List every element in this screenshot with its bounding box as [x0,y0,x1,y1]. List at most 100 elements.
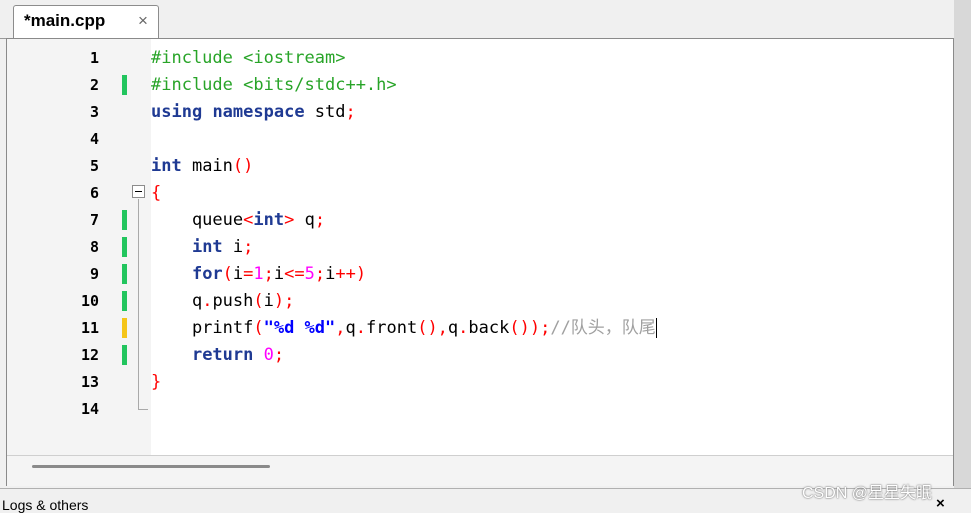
code-token: = [243,264,254,284]
code-token: return [191,345,254,365]
code-token: 5 [304,264,315,284]
code-token: ++) [335,264,367,284]
code-line[interactable]: using namespace std; [151,99,356,126]
code-token: int [191,237,223,257]
code-line[interactable]: { [151,180,161,207]
code-token: (), [417,318,448,338]
code-token: 1 [253,264,264,284]
line-number: 8 [89,238,99,256]
line-number: 10 [80,292,99,310]
line-change-marker [122,237,127,257]
code-token: "%d %d" [263,318,336,338]
code-token: i [232,264,244,284]
code-token: back [468,318,510,338]
code-token: for [191,264,223,284]
code-token: ( [222,264,233,284]
code-token: } [151,372,162,392]
code-token: ; [273,345,285,365]
code-token: q [345,318,356,338]
vertical-scroll-strip [954,0,971,488]
line-change-marker [122,75,127,95]
code-line[interactable]: q.push(i); [151,288,294,315]
line-number: 5 [89,157,99,175]
code-token: namespace [212,102,305,122]
code-token: ; [314,210,326,230]
code-token: main [181,156,233,176]
code-token: ( [253,291,264,311]
code-line[interactable]: int main() [151,153,253,180]
code-token: ()); [509,318,551,338]
code-token: ( [253,318,264,338]
code-line[interactable]: printf("%d %d",q.front(),q.back());//队头，… [151,315,657,342]
code-token: . [355,318,367,338]
line-change-marker [122,264,127,284]
line-change-marker [122,345,127,365]
code-token: //队头，队尾 [550,318,656,338]
code-token: ; [243,237,254,257]
line-change-marker [122,210,127,230]
code-token: 0 [263,345,274,365]
code-token: ; [314,264,326,284]
code-token: #include <bits/stdc++.h> [151,75,397,95]
code-token: > [284,210,295,230]
horizontal-scrollbar-thumb[interactable] [32,465,270,468]
line-number: 9 [89,265,99,283]
line-number: 12 [80,346,99,364]
line-number: 3 [89,103,99,121]
code-token: { [151,183,162,203]
text-cursor [655,318,657,338]
line-number: 6 [89,184,99,202]
code-editor[interactable]: 1 2 3 4 5 6 7 8 9 10 11 12 13 14 #include <iostream> #… [6,38,954,486]
code-token: push [212,291,254,311]
code-token: using [151,102,203,122]
code-area[interactable]: #include <iostream> #include <bits/stdc++… [151,39,953,455]
fold-guide-end [138,409,148,410]
fold-guide-line [138,199,139,410]
line-number: 7 [89,211,99,229]
code-token: i [222,237,244,257]
logs-panel-close-icon[interactable]: × [936,495,945,512]
line-number: 14 [80,400,99,418]
line-change-marker [122,318,127,338]
code-token: #include <iostream> [151,48,346,68]
tab-close-icon[interactable]: × [138,11,148,31]
code-token: ); [273,291,295,311]
line-number: 1 [89,49,99,67]
code-token: printf [151,318,254,338]
code-token: () [232,156,254,176]
code-token: , [335,318,346,338]
code-line[interactable]: #include <iostream> [151,45,345,72]
code-token: front [366,318,418,338]
code-token: . [458,318,469,338]
code-token: int [151,156,182,176]
tab-main-cpp[interactable]: *main.cpp × [13,5,159,38]
code-line[interactable]: int i; [151,234,253,261]
code-token: < [243,210,254,230]
code-token: q [447,318,459,338]
code-token: std [304,102,346,122]
code-line[interactable]: for(i=1;i<=5;i++) [151,261,366,288]
line-number-gutter: 1 2 3 4 5 6 7 8 9 10 11 12 13 14 [7,39,151,455]
code-line[interactable]: queue<int> q; [151,207,325,234]
line-number: 2 [89,76,99,94]
code-line[interactable]: return 0; [151,342,284,369]
code-line[interactable]: #include <bits/stdc++.h> [151,72,397,99]
fold-toggle-icon[interactable] [132,185,145,198]
code-token: int [253,210,285,230]
line-number: 13 [80,373,99,391]
watermark: CSDN @星星失眠 [802,485,933,502]
code-token: ; [345,102,356,122]
code-token: i [263,291,274,311]
code-line[interactable]: } [151,369,161,396]
tab-title: *main.cpp [24,11,106,30]
line-number: 4 [89,130,99,148]
code-token: ; [263,264,274,284]
tab-bar: *main.cpp × [0,0,971,39]
logs-panel-title[interactable]: Logs & others [2,497,88,513]
code-token: q [294,210,315,230]
code-token: queue [151,210,244,230]
